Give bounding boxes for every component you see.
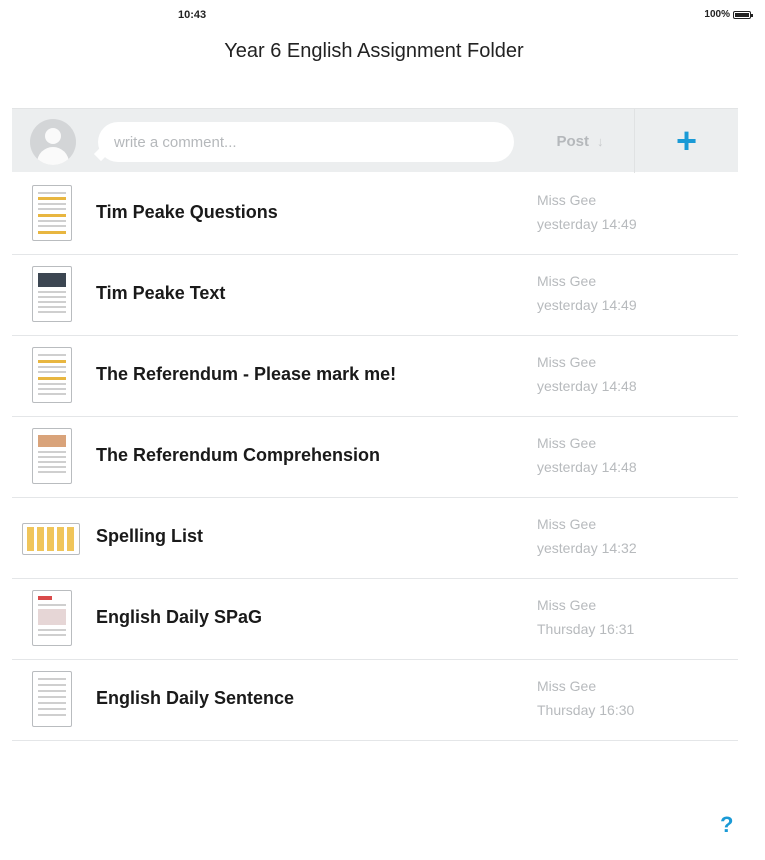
file-timestamp: yesterday 14:32 [537, 540, 637, 556]
file-name: English Daily Sentence [96, 688, 295, 708]
document-thumbnail-icon [32, 347, 72, 403]
list-item[interactable]: English Daily Sentence Miss Gee Thursday… [12, 660, 738, 741]
file-author: Miss Gee [537, 516, 597, 532]
file-timestamp: yesterday 14:48 [537, 459, 637, 475]
add-button[interactable]: + [635, 109, 738, 173]
post-label: Post [556, 132, 589, 150]
list-item[interactable]: The Referendum - Please mark me! Miss Ge… [12, 336, 738, 417]
document-thumbnail-icon [22, 523, 80, 555]
help-button[interactable]: ? [720, 812, 733, 838]
file-timestamp: Thursday 16:30 [537, 702, 635, 718]
file-name: The Referendum - Please mark me! [96, 364, 397, 384]
file-author: Miss Gee [537, 597, 597, 613]
file-name: English Daily SPaG [96, 607, 263, 627]
document-thumbnail-icon [32, 185, 72, 241]
document-thumbnail-icon [32, 671, 72, 727]
file-timestamp: yesterday 14:48 [537, 378, 637, 394]
avatar-shoulders [37, 147, 69, 165]
comment-bar: Post ↓ + [12, 108, 738, 173]
avatar-head [45, 128, 61, 144]
file-timestamp: yesterday 14:49 [537, 216, 637, 232]
post-button[interactable]: Post ↓ [530, 121, 630, 161]
list-item[interactable]: Tim Peake Questions Miss Gee yesterday 1… [12, 174, 738, 255]
status-bar: 10:43 100% [0, 0, 765, 30]
list-item[interactable]: The Referendum Comprehension Miss Gee ye… [12, 417, 738, 498]
file-author: Miss Gee [537, 435, 597, 451]
file-timestamp: yesterday 14:49 [537, 297, 637, 313]
status-time: 10:43 [178, 9, 207, 21]
file-author: Miss Gee [537, 354, 597, 370]
page-title: Year 6 English Assignment Folder [224, 40, 524, 62]
list-item[interactable]: Tim Peake Text Miss Gee yesterday 14:49 [12, 255, 738, 336]
file-author: Miss Gee [537, 192, 597, 208]
document-thumbnail-icon [32, 428, 72, 484]
avatar [30, 119, 76, 165]
file-author: Miss Gee [537, 678, 597, 694]
battery-icon [733, 10, 753, 19]
file-name: Spelling List [96, 526, 204, 546]
battery-percentage: 100% [704, 9, 730, 20]
file-name: The Referendum Comprehension [96, 445, 381, 465]
file-name: Tim Peake Text [96, 283, 226, 303]
arrow-down-icon: ↓ [597, 133, 604, 149]
list-item[interactable]: English Daily SPaG Miss Gee Thursday 16:… [12, 579, 738, 660]
file-name: Tim Peake Questions [96, 202, 278, 222]
list-item[interactable]: Spelling List Miss Gee yesterday 14:32 [12, 498, 738, 579]
comment-input[interactable] [98, 122, 514, 162]
battery-indicator: 100% [704, 9, 753, 20]
file-timestamp: Thursday 16:31 [537, 621, 635, 637]
file-list: Tim Peake Questions Miss Gee yesterday 1… [12, 174, 738, 741]
document-thumbnail-icon [32, 590, 72, 646]
file-author: Miss Gee [537, 273, 597, 289]
document-thumbnail-icon [32, 266, 72, 322]
